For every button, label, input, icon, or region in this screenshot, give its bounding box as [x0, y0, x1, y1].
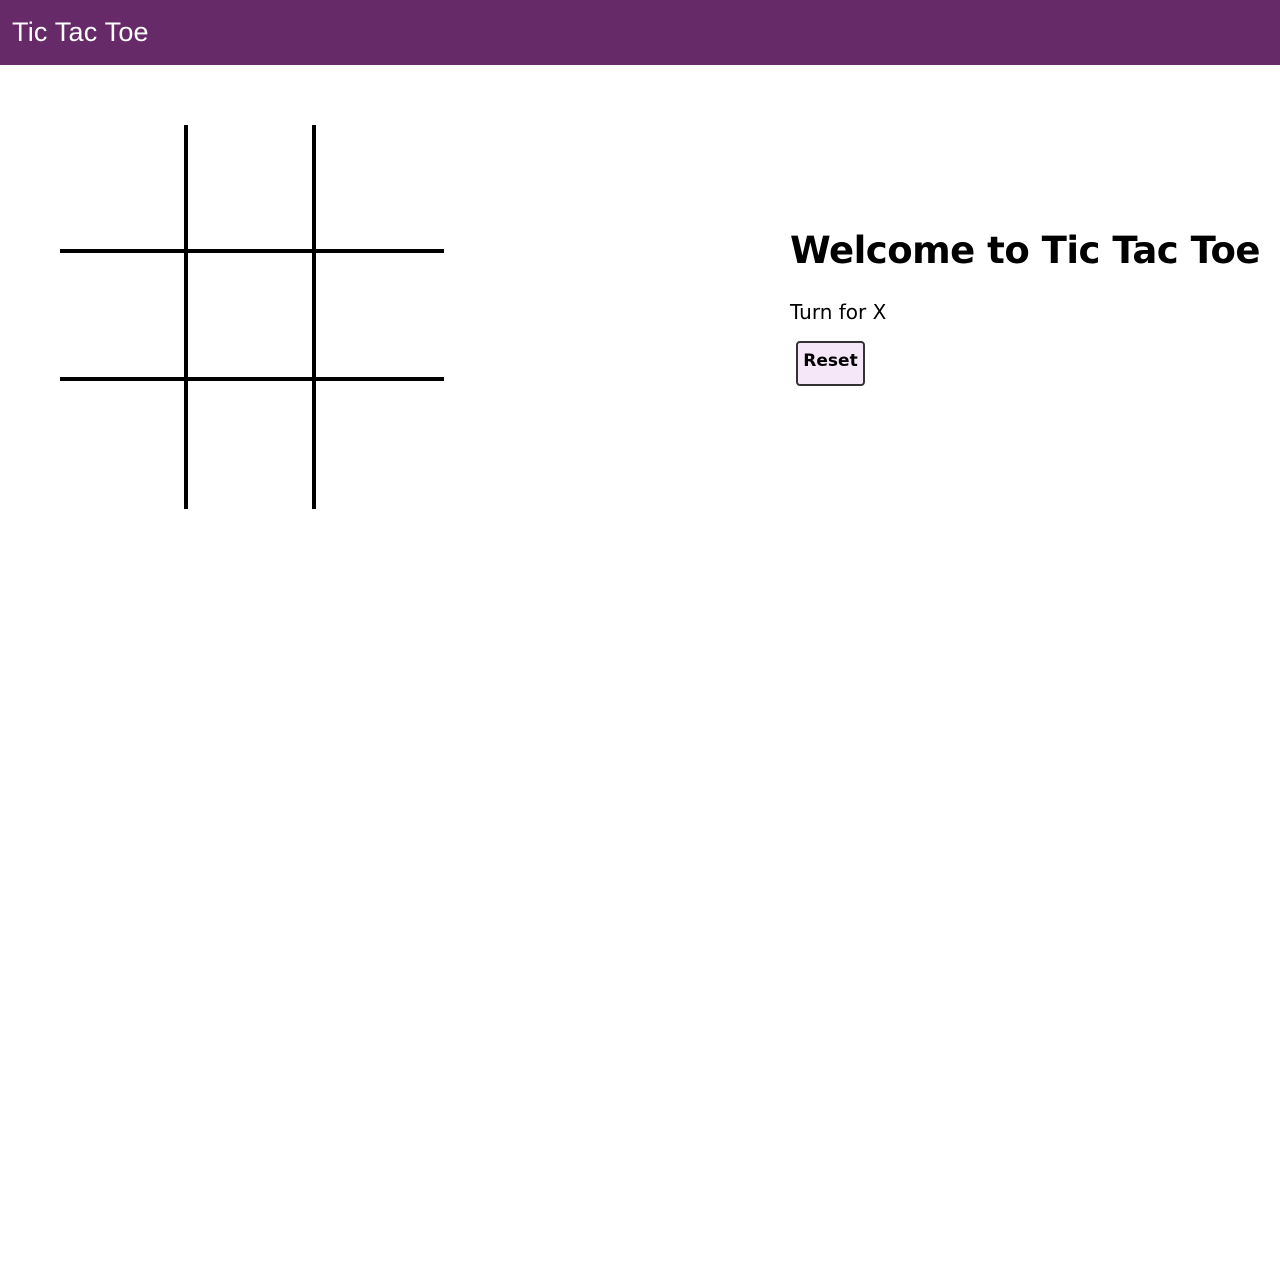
turn-status: Turn for X: [790, 300, 887, 324]
board-cell-9[interactable]: [316, 381, 444, 509]
board-cell-1[interactable]: [60, 125, 188, 253]
board-cell-5[interactable]: [188, 253, 316, 381]
game-board: [60, 125, 444, 509]
welcome-heading: Welcome to Tic Tac Toe: [790, 229, 1260, 272]
board-cell-6[interactable]: [316, 253, 444, 381]
board-cell-7[interactable]: [60, 381, 188, 509]
board-cell-8[interactable]: [188, 381, 316, 509]
side-panel: Welcome to Tic Tac Toe Turn for X Reset: [790, 222, 1260, 386]
app-bar: Tic Tac Toe: [0, 0, 1280, 65]
reset-button[interactable]: Reset: [796, 341, 865, 386]
app-title: Tic Tac Toe: [12, 17, 149, 47]
board-cell-4[interactable]: [60, 253, 188, 381]
board-cell-3[interactable]: [316, 125, 444, 253]
board-cell-2[interactable]: [188, 125, 316, 253]
